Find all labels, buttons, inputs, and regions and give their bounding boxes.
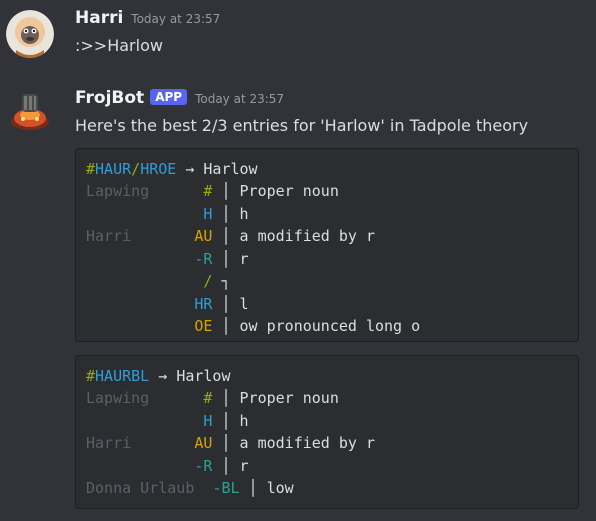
stroke-slash: / — [131, 160, 141, 178]
separator: │ — [212, 182, 240, 200]
description: a modified by r — [239, 434, 375, 452]
message-harri: Harri Today at 23:57 :>>Harlow — [0, 0, 596, 70]
description: ow pronounced long o — [239, 317, 421, 335]
stroke-part: HR — [194, 295, 213, 313]
separator: │ — [212, 227, 240, 245]
stroke-part: H — [194, 205, 213, 223]
stroke-part: -BL — [212, 479, 240, 497]
frojbot-avatar[interactable] — [6, 88, 54, 136]
contributor: Donna Urlaub — [86, 479, 213, 497]
frojbot-username[interactable]: FrojBot — [75, 88, 144, 108]
separator: │ — [212, 205, 240, 223]
contributor — [86, 412, 194, 430]
separator: │ — [212, 412, 240, 430]
separator: │ — [212, 317, 240, 335]
separator: ┐ — [212, 272, 231, 290]
entry1-row: H │ h — [86, 203, 249, 225]
contributor — [86, 295, 194, 313]
description: l — [239, 295, 249, 313]
description: h — [239, 412, 249, 430]
harri-avatar[interactable] — [6, 10, 54, 58]
description: Proper noun — [239, 389, 339, 407]
arrow: → — [176, 160, 204, 178]
entry2-row: H │ h — [86, 410, 249, 432]
entry1-row: -R │ r — [86, 248, 249, 270]
entry1-header: #HAUR/HROE → Harlow — [86, 158, 258, 180]
entry1-row: Harri AU │ a modified by r — [86, 225, 375, 247]
description: Proper noun — [239, 182, 339, 200]
stroke-part: / — [194, 272, 213, 290]
stroke-part: # — [194, 389, 213, 407]
contributor — [86, 250, 194, 268]
entry-word: Harlow — [203, 160, 258, 178]
contributor: Lapwing — [86, 389, 195, 407]
entry1-row: HR │ l — [86, 293, 249, 315]
contributor: Lapwing — [86, 182, 195, 200]
contributor — [86, 205, 194, 223]
stroke-part: -R — [194, 250, 213, 268]
entry2-row: Harri AU │ a modified by r — [86, 432, 375, 454]
stroke-part: -R — [194, 457, 213, 475]
entry2-row: Lapwing # │ Proper noun — [86, 387, 339, 409]
contributor: Harri — [86, 227, 195, 245]
stroke-part: H — [194, 412, 213, 430]
frojbot-message-text: Here's the best 2/3 entries for 'Harlow'… — [75, 116, 529, 135]
stroke-part: # — [194, 182, 213, 200]
contributor: Harri — [86, 434, 195, 452]
entry2-row: Donna Urlaub -BL │ low — [86, 477, 294, 499]
description: a modified by r — [239, 227, 375, 245]
stroke-hash: # — [86, 367, 96, 385]
stroke-part: AU — [194, 227, 213, 245]
separator: │ — [212, 434, 240, 452]
stroke-hash: # — [86, 160, 96, 178]
app-badge: APP — [150, 89, 188, 105]
stroke-part: OE — [194, 317, 213, 335]
entry1-row: / ┐ — [86, 270, 231, 292]
separator: │ — [212, 389, 240, 407]
entry2-header: #HAURBL → Harlow — [86, 365, 231, 387]
contributor — [86, 457, 194, 475]
separator: │ — [212, 295, 240, 313]
separator: │ — [239, 479, 267, 497]
entry1-row: OE │ ow pronounced long o — [86, 315, 420, 337]
frojbot-timestamp[interactable]: Today at 23:57 — [195, 92, 284, 106]
stroke-chunk: HROE — [140, 160, 177, 178]
contributor — [86, 272, 194, 290]
description: low — [266, 479, 294, 497]
entry-codeblock-2: #HAURBL → Harlow Lapwing # │ Proper noun… — [75, 355, 579, 509]
stroke-chunk: HAUR — [95, 160, 132, 178]
arrow: → — [149, 367, 177, 385]
entry-codeblock-1: #HAUR/HROE → Harlow Lapwing # │ Proper n… — [75, 148, 579, 342]
description: r — [239, 250, 249, 268]
separator: │ — [212, 457, 240, 475]
description: r — [239, 457, 249, 475]
harri-username[interactable]: Harri — [75, 8, 123, 28]
harri-timestamp[interactable]: Today at 23:57 — [131, 12, 220, 26]
entry2-row: -R │ r — [86, 455, 249, 477]
description: h — [239, 205, 249, 223]
stroke-part: AU — [194, 434, 213, 452]
contributor — [86, 317, 194, 335]
entry-word: Harlow — [176, 367, 231, 385]
stroke-chunk: HAURBL — [95, 367, 150, 385]
separator: │ — [212, 250, 240, 268]
entry1-row: Lapwing # │ Proper noun — [86, 180, 339, 202]
harri-message-text: :>>Harlow — [75, 36, 163, 55]
